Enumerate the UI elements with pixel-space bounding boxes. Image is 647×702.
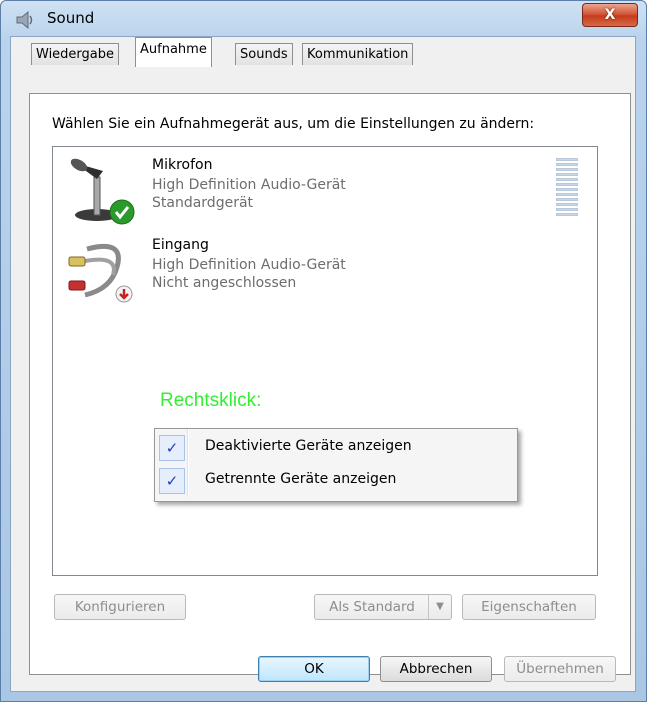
set-default-button[interactable]: Als Standard ▼ bbox=[314, 594, 452, 620]
chevron-down-icon[interactable]: ▼ bbox=[428, 595, 451, 619]
list-item-mikrofon[interactable]: Mikrofon High Definition Audio-Gerät Sta… bbox=[53, 157, 573, 227]
tab-kommunikation[interactable]: Kommunikation bbox=[302, 43, 414, 65]
menu-item-show-disconnected[interactable]: ✓ Getrennte Geräte anzeigen bbox=[157, 466, 513, 496]
title-bar[interactable]: Sound X bbox=[1, 1, 646, 37]
device-status: Nicht angeschlossen bbox=[152, 275, 297, 291]
set-default-label: Als Standard bbox=[329, 599, 415, 615]
green-check-icon bbox=[109, 199, 135, 225]
context-menu: ✓ Deaktivierte Geräte anzeigen ✓ Getrenn… bbox=[154, 428, 518, 502]
window-title: Sound bbox=[47, 9, 95, 27]
tab-aufnahme[interactable]: Aufnahme bbox=[135, 37, 212, 67]
menu-item-label: Getrennte Geräte anzeigen bbox=[205, 471, 397, 487]
level-meter bbox=[556, 158, 578, 218]
device-status: Standardgerät bbox=[152, 195, 254, 211]
right-click-hint: Rechtsklick: bbox=[160, 390, 262, 411]
instruction-text: Wählen Sie ein Aufnahmegerät aus, um die… bbox=[52, 116, 535, 132]
device-list[interactable]: Mikrofon High Definition Audio-Gerät Sta… bbox=[52, 146, 598, 576]
device-driver: High Definition Audio-Gerät bbox=[152, 177, 346, 193]
configure-button[interactable]: Konfigurieren bbox=[54, 594, 186, 620]
tab-sounds[interactable]: Sounds bbox=[235, 43, 293, 65]
device-driver: High Definition Audio-Gerät bbox=[152, 257, 346, 273]
checkmark-icon: ✓ bbox=[159, 435, 185, 461]
close-button[interactable]: X bbox=[582, 3, 638, 27]
properties-button[interactable]: Eigenschaften bbox=[462, 594, 596, 620]
speaker-icon bbox=[16, 11, 33, 29]
cancel-button[interactable]: Abbrechen bbox=[380, 656, 492, 682]
list-item-eingang[interactable]: Eingang High Definition Audio-Gerät Nich… bbox=[53, 237, 573, 307]
device-name: Eingang bbox=[152, 237, 209, 253]
ok-button[interactable]: OK bbox=[258, 656, 370, 682]
tab-wiedergabe[interactable]: Wiedergabe bbox=[31, 43, 120, 65]
red-arrow-down-icon bbox=[115, 285, 133, 303]
checkmark-icon: ✓ bbox=[159, 468, 185, 494]
menu-item-label: Deaktivierte Geräte anzeigen bbox=[205, 438, 412, 454]
device-name: Mikrofon bbox=[152, 157, 213, 173]
apply-button[interactable]: Übernehmen bbox=[504, 656, 616, 682]
menu-item-show-disabled[interactable]: ✓ Deaktivierte Geräte anzeigen bbox=[157, 433, 513, 463]
